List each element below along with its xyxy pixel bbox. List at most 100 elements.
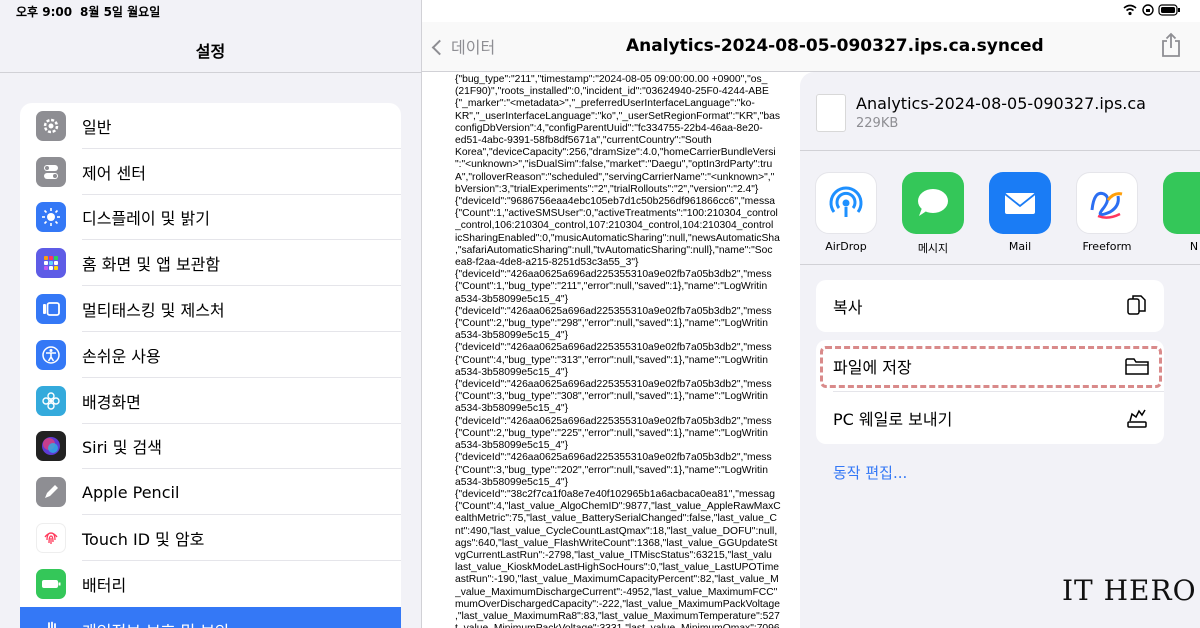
document-icon — [816, 94, 846, 132]
mail-icon — [989, 172, 1051, 234]
log-line: ealthMetric":75,"last_value_BatterySeria… — [455, 513, 777, 525]
log-line: nt":490,"last_value_CycleCountLastQmax":… — [455, 525, 778, 537]
file-name: Analytics-2024-08-05-090327.ips.ca — [856, 94, 1146, 113]
log-line: ,"last_value_MaximumRa8":83,"last_value_… — [455, 610, 780, 622]
log-line: ags":640,"last_value_FlashWriteCount":13… — [455, 537, 778, 549]
sidebar-item-general[interactable]: 일반 — [20, 103, 401, 149]
log-line: (21F90)","roots_installed":0,"incident_i… — [455, 86, 769, 98]
sidebar-item-wallpaper[interactable]: 배경화면 — [20, 378, 401, 424]
sidebar-item-multitasking[interactable]: 멀티태스킹 및 제스처 — [20, 286, 401, 332]
log-line: {"deviceId":"9686756eaa4ebc105eb7d1c50b2… — [455, 196, 776, 208]
sidebar-item-accessibility[interactable]: 손쉬운 사용 — [20, 332, 401, 378]
log-line: {"deviceId":"38c2f7ca1f0a8e7e40f102965b1… — [455, 488, 775, 500]
sidebar-title: 설정 — [195, 42, 226, 61]
airdrop-icon — [815, 172, 877, 234]
sidebar-item-label: 제어 센터 — [82, 163, 146, 183]
log-line: ":"<unknown>","isDualSim":false,"market"… — [455, 159, 773, 171]
share-app-airdrop[interactable]: AirDrop — [808, 172, 884, 253]
sidebar-item-label: Touch ID 및 암호 — [82, 530, 205, 550]
copy-icon — [1127, 295, 1146, 315]
siri-icon — [36, 431, 66, 462]
battery-icon — [36, 568, 66, 599]
share-app-partial[interactable]: N — [1156, 172, 1200, 253]
log-line: a534-3b58099e5c15_4"} — [455, 293, 569, 305]
sidebar-item-label: Apple Pencil — [82, 482, 180, 502]
app-grid-icon — [36, 248, 66, 279]
file-size: 229KB — [856, 116, 899, 131]
sun-icon — [36, 202, 66, 233]
chevron-left-icon — [431, 39, 448, 56]
log-line: _control,106:210304_control,107:210304_c… — [455, 220, 774, 232]
settings-list: 일반 제어 센터 디스플레이 및 밝기 홈 화면 및 앱 보관함 멀티태스킹 및… — [20, 103, 401, 628]
log-line: astRun":-190,"last_value_MaximumCapacity… — [455, 574, 779, 586]
share-app-mail[interactable]: Mail — [982, 172, 1058, 253]
log-line: last_value_KioskModeLastHighSocHours":0,… — [455, 562, 780, 574]
toggles-icon — [36, 156, 66, 187]
edit-actions-link[interactable]: 동작 편집... — [833, 462, 907, 483]
log-line: KR","_userInterfaceLanguage":"ko","_user… — [455, 110, 781, 122]
sidebar-item-label: 일반 — [82, 117, 112, 137]
sidebar-item-label: 배경화면 — [82, 392, 141, 412]
log-line: ed51-4abc-9391-58fb8df5671a","currentCou… — [455, 135, 712, 147]
sidebar-item-label: 홈 화면 및 앱 보관함 — [82, 255, 221, 275]
app-name: Mail — [1008, 240, 1032, 253]
settings-sidebar: 설정 일반 제어 센터 디스플레이 및 밝기 홈 화면 및 앱 보관함 멀티태스… — [0, 0, 421, 628]
log-line: {"deviceId":"426aa0625a696ad225355310a9e… — [455, 452, 772, 464]
share-icon[interactable] — [1160, 32, 1182, 58]
app-name: N — [1189, 240, 1199, 253]
log-line: a534-3b58099e5c15_4"} — [455, 440, 569, 452]
sidebar-item-battery[interactable]: 배터리 — [20, 561, 401, 607]
sidebar-item-apple-pencil[interactable]: Apple Pencil — [20, 469, 401, 516]
log-line: ,"safariAutomaticSharing":null,"tvAutoma… — [455, 244, 773, 256]
app-name: AirDrop — [825, 240, 867, 253]
log-line: mumOverDischargedCapacity":-222,"last_va… — [455, 598, 780, 610]
sidebar-item-label: 배터리 — [82, 575, 127, 595]
log-line: {"Count":4,"bug_type":"313","error":null… — [455, 354, 768, 366]
log-line: {"deviceId":"426aa0625a696ad225355310a9e… — [455, 305, 772, 317]
app-icon — [1163, 172, 1200, 234]
status-icons — [1122, 3, 1182, 20]
log-line: {"Count":3,"bug_type":"308","error":null… — [455, 391, 768, 403]
share-app-freeform[interactable]: Freeform — [1069, 172, 1145, 253]
action-label: PC 웨일로 보내기 — [833, 410, 953, 429]
fingerprint-icon — [36, 523, 66, 554]
log-line: a534-3b58099e5c15_4"} — [455, 476, 569, 488]
watermark: IT HERO — [1062, 574, 1197, 607]
log-line: {"Count":1,"bug_type":"211","error":null… — [455, 281, 768, 293]
status-time: 오후 9:00 — [16, 5, 73, 19]
sidebar-item-label: 개인정보 보호 및 보안 — [82, 618, 230, 628]
page-title: Analytics-2024-08-05-090327.ips.ca.synce… — [626, 36, 1044, 56]
log-line: {"Count":4,"last_value_AlgoChemID":9877,… — [455, 501, 781, 513]
action-label: 복사 — [833, 298, 863, 317]
log-line: _value_MaximumDischargeCurrent":-4952,"l… — [455, 586, 778, 598]
gear-icon — [36, 110, 66, 141]
wifi-icon — [1123, 4, 1180, 16]
sidebar-item-siri[interactable]: Siri 및 검색 — [20, 424, 401, 470]
sidebar-item-touch-id[interactable]: Touch ID 및 암호 — [20, 515, 401, 561]
share-app-messages[interactable]: 메시지 — [895, 172, 971, 256]
log-line: {"Count":2,"bug_type":"225","error":null… — [455, 427, 768, 439]
multitask-icon — [36, 294, 66, 325]
log-text: {"bug_type":"211","timestamp":"2024-08-0… — [455, 74, 835, 628]
log-line: {"deviceId":"426aa0625a696ad225355310a9e… — [455, 415, 772, 427]
log-line: {"Count":1,"activeSMSUser":0,"activeTrea… — [455, 208, 778, 220]
status-date: 8월 5일 월요일 — [80, 5, 161, 19]
sidebar-item-home-screen[interactable]: 홈 화면 및 앱 보관함 — [20, 240, 401, 287]
messages-icon — [902, 172, 964, 234]
accessibility-icon — [36, 339, 66, 370]
sidebar-item-display[interactable]: 디스플레이 및 밝기 — [20, 195, 401, 241]
send-to-whale-action[interactable]: PC 웨일로 보내기 — [816, 392, 1164, 444]
log-line: configDbVersion":4,"configParentUuid":"f… — [455, 122, 763, 134]
app-name: Freeform — [1082, 240, 1132, 253]
copy-action[interactable]: 복사 — [816, 280, 1164, 332]
back-button[interactable]: 데이터 — [431, 34, 495, 58]
status-bar: 오후 9:00 8월 5일 월요일 — [0, 0, 1200, 22]
log-line: {"Count":2,"bug_type":"298","error":null… — [455, 318, 768, 330]
sidebar-item-control-center[interactable]: 제어 센터 — [20, 149, 401, 195]
sidebar-item-label: 디스플레이 및 밝기 — [82, 209, 210, 229]
pencil-icon — [36, 477, 66, 508]
log-line: A","rolloverReason":"scheduled","serving… — [455, 171, 775, 183]
sidebar-item-privacy[interactable]: 개인정보 보호 및 보안 — [20, 606, 401, 628]
log-line: {"Count":3,"bug_type":"202","error":null… — [455, 464, 768, 476]
sidebar-item-label: 손쉬운 사용 — [82, 346, 161, 366]
